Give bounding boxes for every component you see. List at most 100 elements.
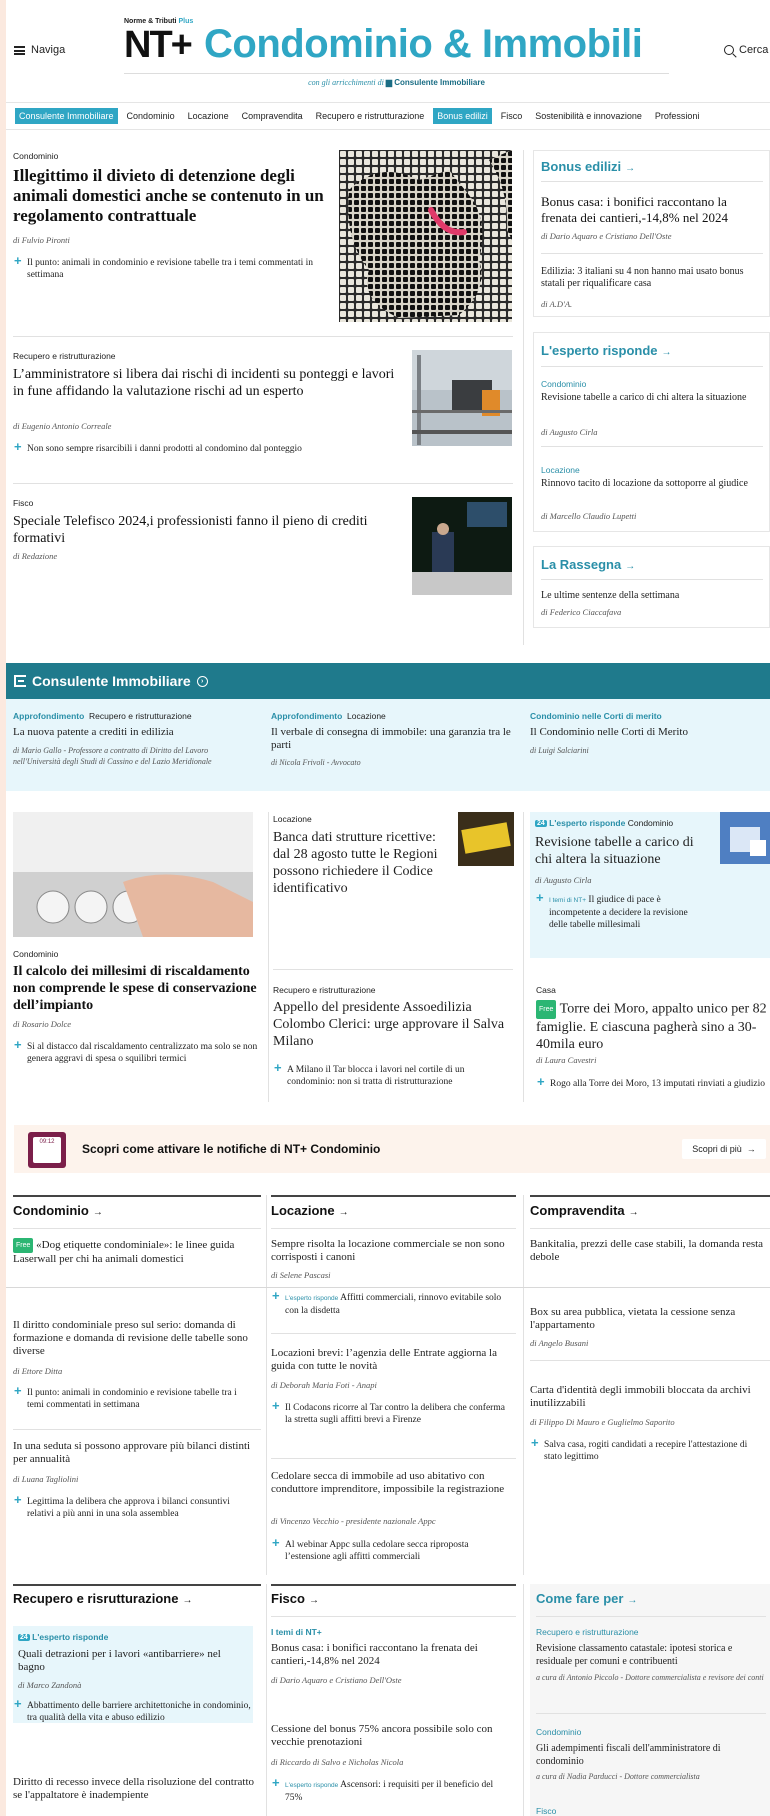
column-kicker[interactable]: Condominio	[536, 1727, 581, 1737]
section-heading-fisco[interactable]: Fisco →	[271, 1591, 319, 1606]
sidebar-kicker[interactable]: Condominio	[541, 379, 586, 389]
column-article-title[interactable]: Free «Dog etiquette condominiale»: le li…	[13, 1238, 253, 1266]
section-heading-esperto[interactable]: L'esperto risponde →	[541, 343, 672, 358]
column-article-title[interactable]: Sempre risolta la locazione commerciale …	[271, 1238, 511, 1264]
related-link[interactable]: Si al distacco dal riscaldamento central…	[13, 1039, 258, 1065]
column-article-title[interactable]: Locazioni brevi: l’agenzia delle Entrate…	[271, 1347, 511, 1373]
column-article-title[interactable]: Diritto di recesso invece della risoluzi…	[13, 1776, 263, 1802]
workers-scaffold-photo	[412, 350, 512, 446]
esperto-title[interactable]: Revisione tabelle a carico di chi altera…	[535, 834, 695, 868]
sidebar-article-title[interactable]: Bonus casa: i bonifici raccontano la fre…	[541, 194, 766, 226]
consulente-article-title[interactable]: La nuova patente a crediti in edilizia	[13, 726, 253, 738]
related-link[interactable]: Non sono sempre risarcibili i danni prod…	[13, 441, 328, 455]
fisco-tag[interactable]: I temi di NT+	[271, 1627, 322, 1637]
notifications-banner[interactable]: 09:12 Scopri come attivare le notifiche …	[14, 1125, 770, 1173]
esperto-tag[interactable]: 24 L'esperto risponde	[18, 1632, 108, 1642]
page: Naviga Norme & Tributi Plus NT+ Condomin…	[6, 0, 770, 1816]
article-kicker[interactable]: Recupero e ristrutturazione	[273, 985, 376, 995]
column-article-title[interactable]: Cessione del bonus 75% ancora possibile …	[271, 1723, 511, 1749]
consulente-tag[interactable]: Approfondimento Recupero e ristrutturazi…	[13, 711, 192, 721]
article-kicker[interactable]: Casa	[536, 985, 556, 995]
article-image-workers[interactable]	[412, 350, 512, 446]
related-link[interactable]: Il punto: animali in condominio e revisi…	[13, 1385, 253, 1411]
topic-sostenibilita[interactable]: Sostenibilità e innovazione	[531, 108, 646, 124]
column-article-title[interactable]: Bonus casa: i bonifici raccontano la fre…	[271, 1642, 511, 1668]
column-article-author: di Ettore Ditta	[13, 1366, 63, 1376]
column-article-title[interactable]: Carta d'identità degli immobili bloccata…	[530, 1384, 765, 1410]
consulente-tag[interactable]: Condominio nelle Corti di merito	[530, 711, 662, 721]
article-kicker[interactable]: Locazione	[273, 814, 312, 824]
article-image-radiator[interactable]	[13, 812, 253, 937]
column-article-title[interactable]: Cedolare secca di immobile ad uso abitat…	[271, 1470, 516, 1496]
section-heading-come-fare[interactable]: Come fare per →	[536, 1591, 637, 1606]
article-title[interactable]: L’amministratore si libera dai rischi di…	[13, 366, 398, 400]
divider	[13, 1429, 261, 1430]
discover-more-button[interactable]: Scopri di più →	[682, 1139, 766, 1159]
section-heading-locazione[interactable]: Locazione →	[271, 1203, 349, 1218]
topic-condominio[interactable]: Condominio	[123, 108, 179, 124]
topic-fisco[interactable]: Fisco	[497, 108, 527, 124]
topic-compravendita[interactable]: Compravendita	[238, 108, 307, 124]
article-kicker[interactable]: Condominio	[13, 151, 58, 161]
related-link[interactable]: Abbattimento delle barriere architettoni…	[13, 1698, 253, 1724]
topic-locazione[interactable]: Locazione	[184, 108, 233, 124]
esperto-image[interactable]	[720, 812, 770, 864]
article-image-affitti[interactable]	[458, 812, 514, 866]
related-link[interactable]: L'esperto risponde Affitti commerciali, …	[271, 1290, 511, 1317]
section-heading-compravendita[interactable]: Compravendita →	[530, 1203, 639, 1218]
article-kicker[interactable]: Recupero e ristrutturazione	[13, 351, 116, 361]
divider	[536, 1713, 766, 1714]
sidebar-article-title[interactable]: Rinnovo tacito di locazione da sottoporr…	[541, 478, 763, 490]
consulente-article-author: di Luigi Salciarini	[530, 746, 589, 755]
article-title[interactable]: Banca dati strutture ricettive: dal 28 a…	[273, 829, 443, 897]
related-link[interactable]: Il punto: animali in condominio e revisi…	[13, 255, 328, 281]
sidebar-kicker[interactable]: Locazione	[541, 465, 580, 475]
consulente-article-title[interactable]: Il Condominio nelle Corti di Merito	[530, 726, 765, 738]
article-title[interactable]: Appello del presidente Assoedilizia Colo…	[273, 999, 513, 1050]
topic-bonus-edilizi[interactable]: Bonus edilizi	[433, 108, 492, 124]
search-button[interactable]: Cerca	[724, 44, 768, 56]
section-heading-bonus[interactable]: Bonus edilizi →	[541, 159, 635, 174]
related-link[interactable]: Rogo alla Torre dei Moro, 13 imputati ri…	[536, 1076, 768, 1090]
column-article-title[interactable]: Revisione classamento catastale: ipotesi…	[536, 1642, 768, 1668]
section-heading-condominio[interactable]: Condominio →	[13, 1203, 103, 1218]
column-article-title[interactable]: In una seduta si possono approvare più b…	[13, 1440, 253, 1466]
sidebar-article-title[interactable]: Le ultime sentenze della settimana	[541, 590, 763, 601]
column-kicker[interactable]: Fisco	[536, 1806, 556, 1816]
esperto-tag[interactable]: 24 L'esperto risponde Condominio	[535, 818, 673, 828]
nav-menu-button[interactable]: Naviga	[14, 44, 65, 56]
related-link[interactable]: Al webinar Appc sulla cedolare secca rip…	[271, 1537, 516, 1563]
sidebar-article-title[interactable]: Revisione tabelle a carico di chi altera…	[541, 392, 763, 404]
site-logo[interactable]: Norme & Tributi Plus NT+ Condominio & Im…	[124, 18, 669, 87]
topic-consulente-immobiliare[interactable]: Consulente Immobiliare	[15, 108, 118, 124]
related-link[interactable]: Legittima la delibera che approva i bila…	[13, 1494, 253, 1520]
article-kicker[interactable]: Condominio	[13, 949, 58, 959]
section-heading-recupero[interactable]: Recupero e risrutturazione →	[13, 1591, 192, 1606]
section-heading-rassegna[interactable]: La Rassegna →	[541, 557, 635, 572]
article-image-telefisco[interactable]	[412, 497, 512, 595]
column-article-title[interactable]: Il diritto condominiale preso sul serio:…	[13, 1319, 253, 1358]
article-image-mosaic-dog[interactable]	[339, 150, 512, 322]
related-link[interactable]: Il Codacons ricorre al Tar contro la del…	[271, 1400, 511, 1426]
topic-professioni[interactable]: Professioni	[651, 108, 704, 124]
article-title[interactable]: Illegittimo il divieto di detenzione deg…	[13, 166, 328, 226]
article-title[interactable]: Speciale Telefisco 2024,i professionisti…	[13, 513, 383, 547]
esperto-title[interactable]: Quali detrazioni per i lavori «antibarri…	[18, 1648, 248, 1674]
column-article-title[interactable]: Bankitalia, prezzi delle case stabili, l…	[530, 1238, 765, 1264]
consulente-immobiliare-banner[interactable]: Consulente Immobiliare ›	[6, 663, 770, 699]
sidebar-article-title[interactable]: Edilizia: 3 italiani su 4 non hanno mai …	[541, 266, 766, 290]
article-title[interactable]: Il calcolo dei millesimi di riscaldament…	[13, 963, 258, 1014]
consulente-article-title[interactable]: Il verbale di consegna di immobile: una …	[271, 726, 511, 752]
related-link[interactable]: L'esperto risponde Ascensori: i requisit…	[271, 1777, 511, 1804]
related-link[interactable]: Salva casa, rogiti candidati a recepire …	[530, 1437, 765, 1463]
column-kicker[interactable]: Recupero e ristrutturazione	[536, 1627, 639, 1637]
column-article-title[interactable]: Gli adempimenti fiscali dell'amministrat…	[536, 1742, 768, 1768]
article-title[interactable]: Free Torre dei Moro, appalto unico per 8…	[536, 1000, 768, 1053]
article-kicker[interactable]: Fisco	[13, 498, 33, 508]
related-link[interactable]: A Milano il Tar blocca i lavori nel cort…	[273, 1062, 513, 1088]
sidebar-esperto-risponde: L'esperto risponde → Condominio Revisione…	[533, 332, 770, 532]
consulente-tag[interactable]: Approfondimento Locazione	[271, 711, 386, 721]
column-article-title[interactable]: Box su area pubblica, vietata la cession…	[530, 1306, 765, 1332]
related-link[interactable]: I temi di NT+ Il giudice di pace è incom…	[535, 892, 705, 931]
topic-recupero[interactable]: Recupero e ristrutturazione	[312, 108, 429, 124]
